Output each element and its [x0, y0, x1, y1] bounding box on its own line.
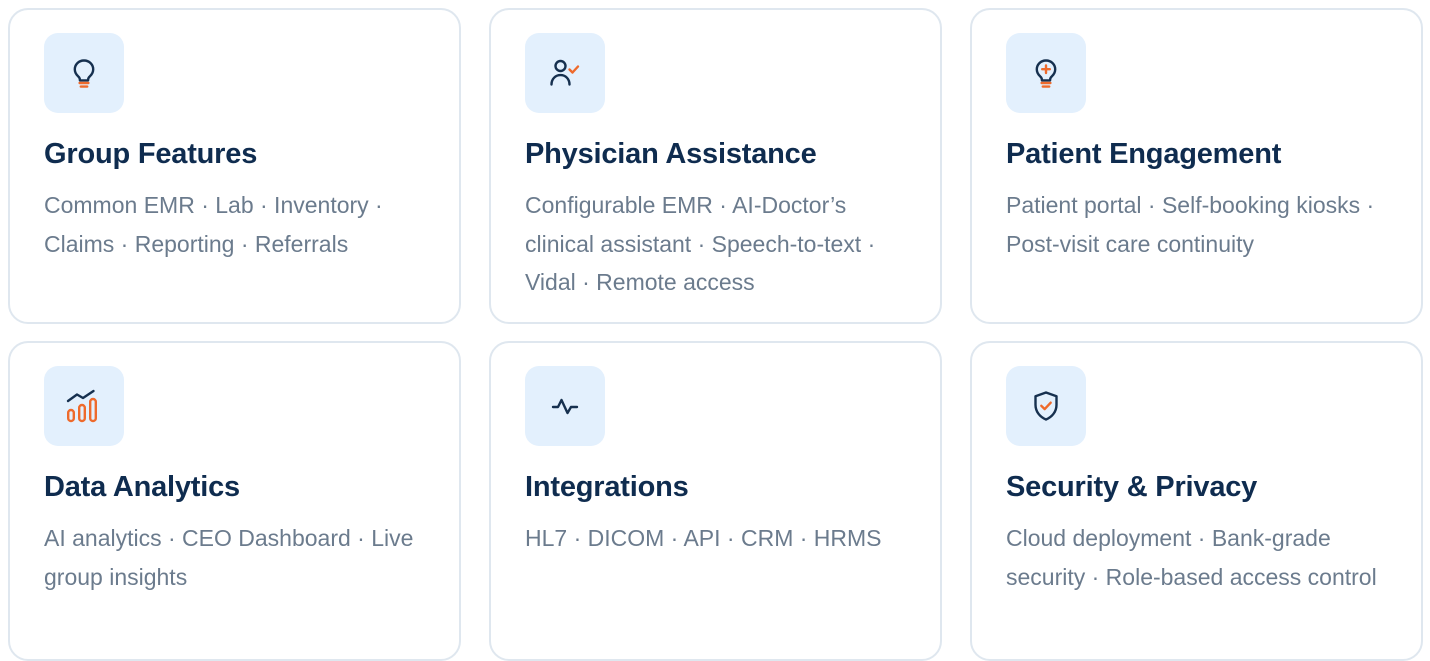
feature-card-physician-assistance: Physician Assistance Configurable EMR · … [489, 8, 942, 324]
feature-card-data-analytics: Data Analytics AI analytics · CEO Dashbo… [8, 341, 461, 661]
card-description: HL7 · DICOM · API · CRM · HRMS [525, 525, 882, 551]
card-description: Cloud deployment · Bank-grade security ·… [1006, 525, 1377, 590]
lightbulb-icon [44, 33, 124, 113]
card-title: Physician Assistance [525, 138, 817, 170]
card-description: Common EMR · Lab · Inventory · Claims · … [44, 192, 383, 257]
card-title: Group Features [44, 138, 258, 170]
card-description: Patient portal · Self-booking kiosks · P… [1006, 192, 1375, 257]
card-title: Security & Privacy [1006, 471, 1258, 503]
feature-grid: Group Features Common EMR · Lab · Invent… [8, 8, 1423, 661]
card-description: AI analytics · CEO Dashboard · Live grou… [44, 525, 414, 590]
lightbulb-plus-icon [1006, 33, 1086, 113]
chart-trend-icon [44, 366, 124, 446]
user-check-icon [525, 33, 605, 113]
activity-icon [525, 366, 605, 446]
feature-card-group-features: Group Features Common EMR · Lab · Invent… [8, 8, 461, 324]
card-title: Data Analytics [44, 471, 240, 503]
feature-card-security-privacy: Security & Privacy Cloud deployment · Ba… [970, 341, 1423, 661]
card-description: Configurable EMR · AI-Doctor’s clinical … [525, 192, 876, 295]
card-title: Patient Engagement [1006, 138, 1282, 170]
feature-card-patient-engagement: Patient Engagement Patient portal · Self… [970, 8, 1423, 324]
feature-card-integrations: Integrations HL7 · DICOM · API · CRM · H… [489, 341, 942, 661]
shield-check-icon [1006, 366, 1086, 446]
card-title: Integrations [525, 471, 689, 503]
